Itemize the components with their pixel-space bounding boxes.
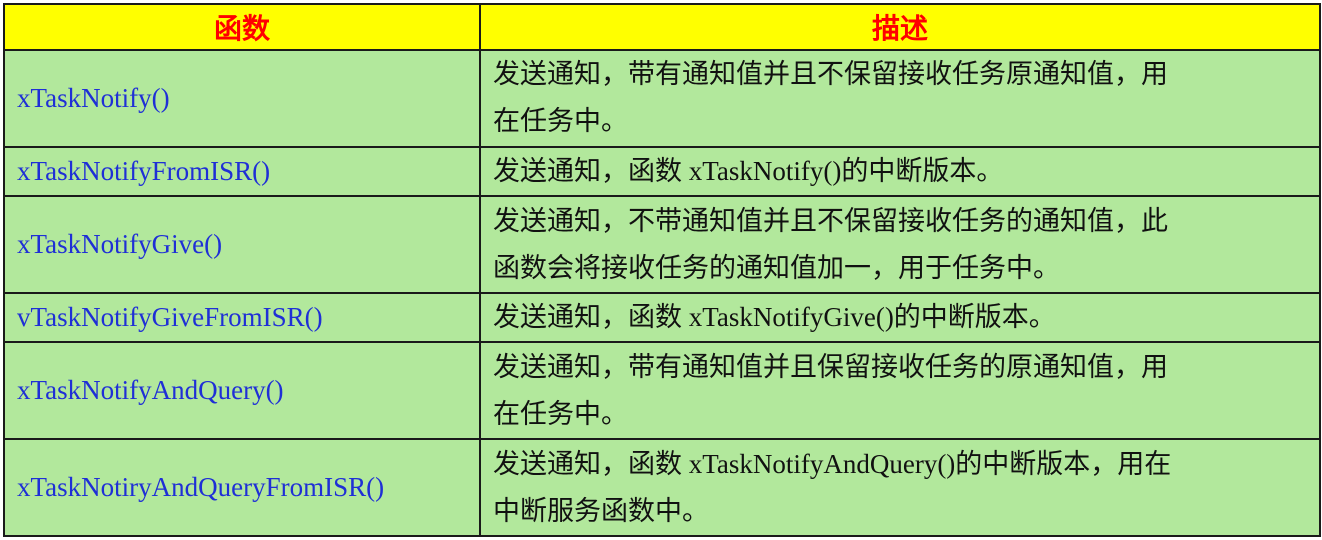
- description-cell: 发送通知，不带通知值并且不保留接收任务的通知值，此 函数会将接收任务的通知值加一，…: [479, 195, 1321, 294]
- description-cell: 发送通知，带有通知值并且不保留接收任务原通知值，用 在任务中。: [479, 49, 1321, 148]
- description-line: 发送通知，函数 xTaskNotifyGive()的中断版本。: [493, 302, 1056, 333]
- description-line: 在任务中。: [493, 106, 628, 137]
- description-line: 发送通知，函数 xTaskNotifyAndQuery()的中断版本，用在: [493, 448, 1172, 479]
- function-name-cell: xTaskNotiryAndQueryFromISR(): [3, 438, 481, 537]
- function-name-cell: xTaskNotifyAndQuery(): [3, 341, 481, 441]
- function-name-cell: xTaskNotifyFromISR(): [3, 145, 481, 198]
- description-cell: 发送通知，函数 xTaskNotify()的中断版本。: [479, 145, 1321, 198]
- table-row: vTaskNotifyGiveFromISR() 发送通知，函数 xTaskNo…: [3, 291, 1321, 344]
- table-header-row: 函数 描述: [3, 3, 1321, 51]
- description-cell: 发送通知，函数 xTaskNotifyAndQuery()的中断版本，用在 中断服…: [479, 438, 1321, 537]
- api-function-table: 函数 描述 xTaskNotify() 发送通知，带有通知值并且不保留接收任务原…: [3, 3, 1321, 537]
- table-row: xTaskNotifyFromISR() 发送通知，函数 xTaskNotify…: [3, 145, 1321, 198]
- table-row: xTaskNotify() 发送通知，带有通知值并且不保留接收任务原通知值，用在…: [3, 49, 1321, 148]
- header-description: 描述: [479, 3, 1321, 51]
- description-cell: 发送通知，函数 xTaskNotifyGive()的中断版本。: [479, 291, 1321, 344]
- description-line: 发送通知，带有通知值并且保留接收任务的原通知值，用: [493, 351, 1168, 382]
- table-row: xTaskNotifyGive() 发送通知，不带通知值并且不保留接收任务的通知…: [3, 195, 1321, 294]
- header-function: 函数: [3, 3, 481, 51]
- description-line: 发送通知，带有通知值并且不保留接收任务原通知值，用: [493, 59, 1168, 90]
- description-line: 函数会将接收任务的通知值加一，用于任务中。: [493, 252, 1060, 283]
- description-cell: 发送通知，带有通知值并且保留接收任务的原通知值，用 在任务中。: [479, 341, 1321, 441]
- function-name-cell: xTaskNotifyGive(): [3, 195, 481, 294]
- function-name-cell: vTaskNotifyGiveFromISR(): [3, 291, 481, 344]
- description-line: 发送通知，不带通知值并且不保留接收任务的通知值，此: [493, 205, 1168, 236]
- description-line: 中断服务函数中。: [493, 495, 709, 526]
- description-line: 发送通知，函数 xTaskNotify()的中断版本。: [493, 155, 1004, 186]
- table-row: xTaskNotiryAndQueryFromISR() 发送通知，函数 xTa…: [3, 438, 1321, 537]
- table-row: xTaskNotifyAndQuery() 发送通知，带有通知值并且保留接收任务…: [3, 341, 1321, 441]
- description-line: 在任务中。: [493, 398, 628, 429]
- function-name-cell: xTaskNotify(): [3, 49, 481, 148]
